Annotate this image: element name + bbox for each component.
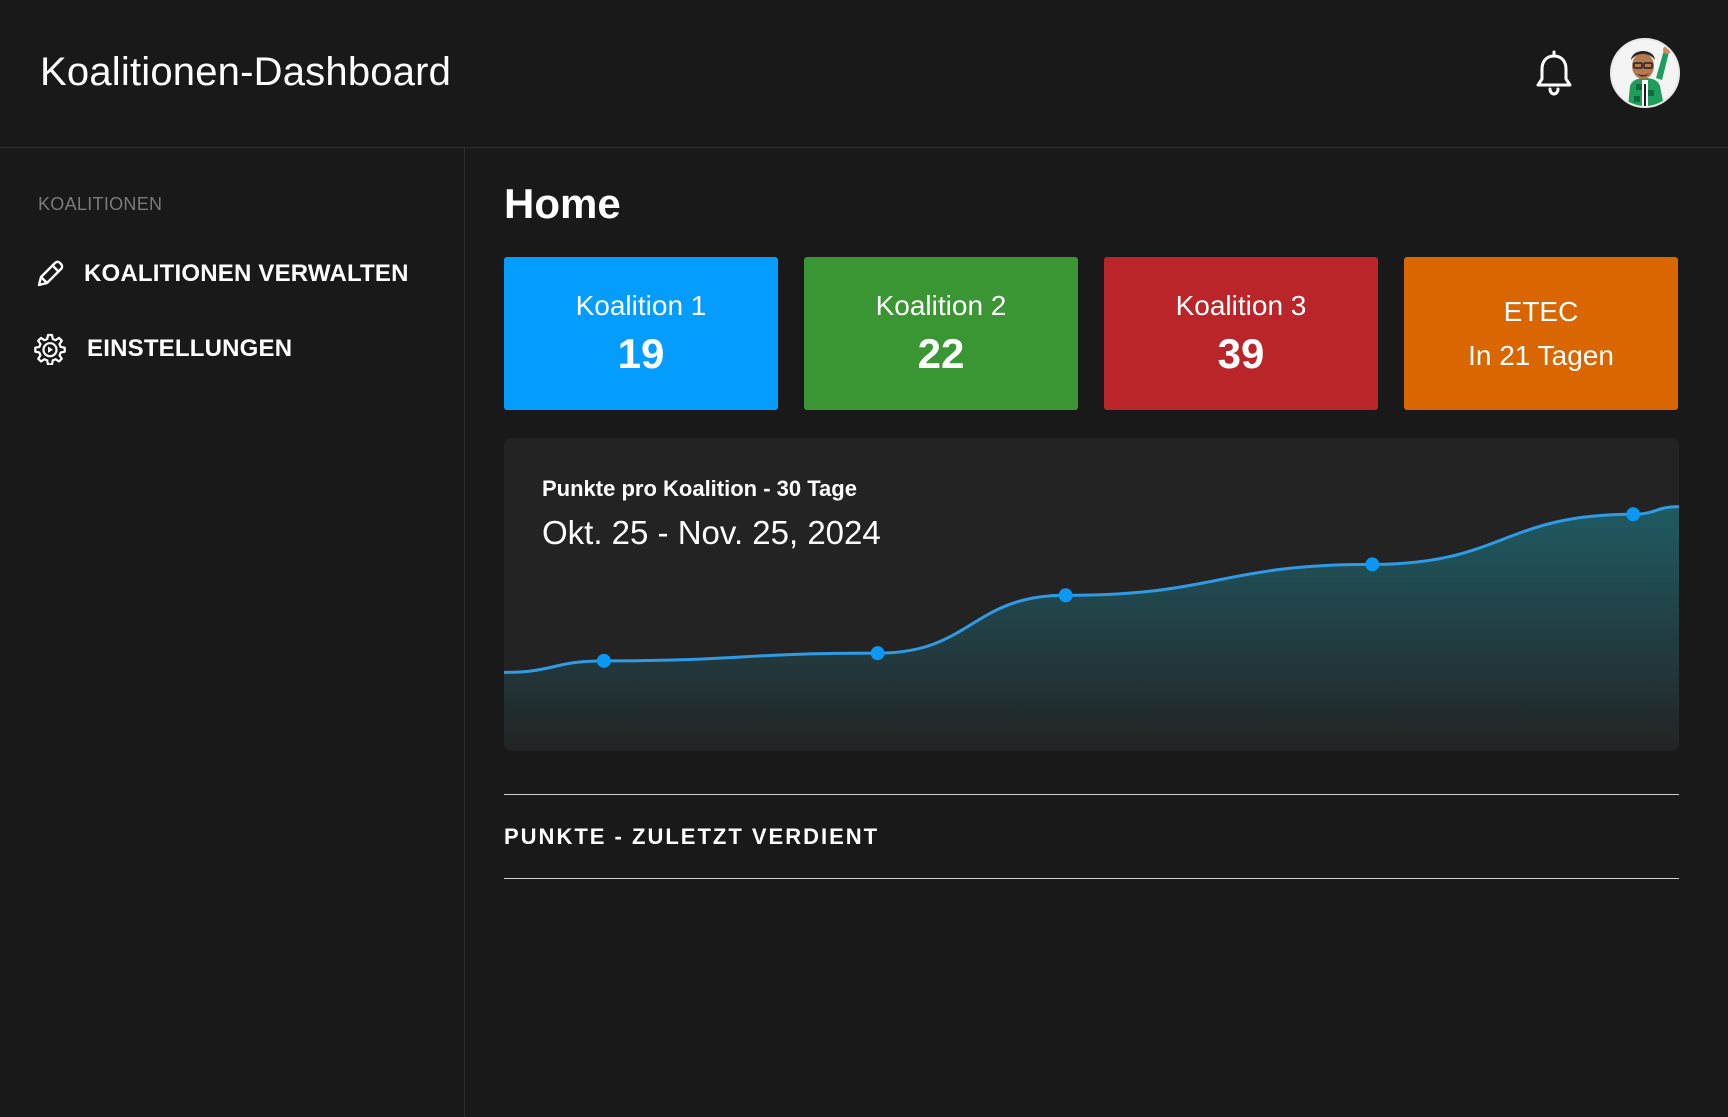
- pencil-icon: [34, 258, 66, 290]
- card-label: ETEC: [1503, 295, 1579, 327]
- stat-card-koalition-1[interactable]: Koalition 1 19: [504, 257, 778, 410]
- chart-data-point[interactable]: [1365, 557, 1380, 572]
- points-chart-panel: Punkte pro Koalition - 30 Tage Okt. 25 -…: [504, 438, 1679, 751]
- chart-date-range: Okt. 25 - Nov. 25, 2024: [542, 514, 881, 551]
- user-avatar[interactable]: [1610, 38, 1680, 108]
- page-title: Home: [504, 180, 621, 227]
- section-divider: [504, 878, 1679, 879]
- card-label: Koalition 3: [1175, 289, 1307, 321]
- card-countdown: In 21 Tagen: [1468, 339, 1614, 371]
- card-label: Koalition 1: [575, 289, 707, 321]
- sidebar-item-settings[interactable]: EINSTELLUNGEN: [34, 329, 292, 369]
- chart-data-point[interactable]: [1058, 588, 1073, 603]
- stat-card-etec[interactable]: ETEC In 21 Tagen: [1404, 257, 1678, 410]
- sidebar-item-manage-coalitions[interactable]: KOALITIONEN VERWALTEN: [34, 254, 409, 294]
- bell-icon[interactable]: [1532, 50, 1576, 98]
- chart-data-point[interactable]: [596, 653, 611, 668]
- section-divider: [504, 794, 1679, 795]
- chart-data-point[interactable]: [1626, 507, 1641, 522]
- stat-card-koalition-2[interactable]: Koalition 2 22: [804, 257, 1078, 410]
- card-value: 39: [1217, 329, 1265, 377]
- chart-data-point[interactable]: [870, 646, 885, 661]
- top-bar: Koalitionen-Dashboard: [0, 0, 1728, 148]
- sidebar-item-label: KOALITIONEN VERWALTEN: [84, 260, 409, 287]
- sidebar: KOALITIONEN KOALITIONEN VERWALTEN EINSTE…: [0, 148, 465, 1117]
- chart-title: Punkte pro Koalition - 30 Tage: [542, 476, 857, 501]
- card-value: 19: [617, 329, 665, 377]
- stat-card-koalition-3[interactable]: Koalition 3 39: [1104, 257, 1378, 410]
- recent-points-heading: PUNKTE - ZULETZT VERDIENT: [504, 824, 880, 849]
- gear-icon: [34, 333, 66, 366]
- card-label: Koalition 2: [875, 289, 1007, 321]
- card-value: 22: [917, 329, 965, 377]
- stat-cards: Koalition 1 19 Koalition 2 22 Koalition …: [504, 257, 1679, 410]
- app-title: Koalitionen-Dashboard: [40, 50, 452, 94]
- sidebar-item-label: EINSTELLUNGEN: [87, 335, 293, 362]
- sidebar-section-heading: KOALITIONEN: [38, 194, 163, 214]
- app-window: Koalitionen-Dashboard KOALITIONEN KOALIT…: [0, 0, 1728, 1117]
- user-avatar-icon: [1612, 40, 1678, 106]
